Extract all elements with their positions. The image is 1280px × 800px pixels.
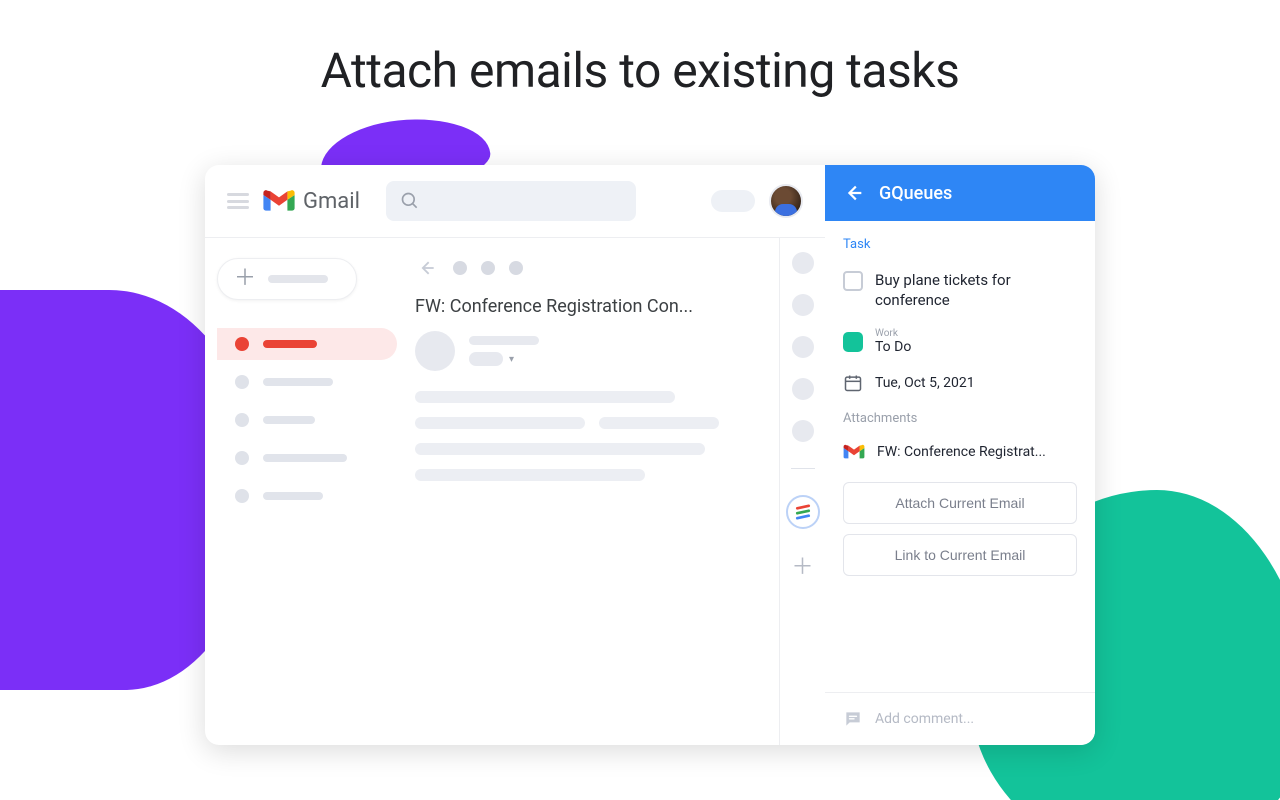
toolbar-action[interactable]	[481, 261, 495, 275]
comment-placeholder: Add comment...	[875, 711, 974, 727]
sender-meta-placeholder	[469, 352, 503, 366]
gmail-logo: Gmail	[263, 189, 360, 214]
page-headline: Attach emails to existing tasks	[0, 42, 1280, 99]
link-email-button[interactable]: Link to Current Email	[843, 534, 1077, 576]
addon-rail: ＋	[779, 238, 825, 745]
task-name[interactable]: Buy plane tickets for conference	[875, 270, 1077, 311]
email-subject: FW: Conference Registration Con...	[415, 296, 763, 317]
rail-app[interactable]	[792, 378, 814, 400]
toolbar-action[interactable]	[453, 261, 467, 275]
comment-icon	[843, 709, 863, 729]
avatar[interactable]	[769, 184, 803, 218]
queue-selector[interactable]: Work To Do	[843, 329, 1077, 355]
search-input[interactable]	[386, 181, 636, 221]
back-button[interactable]	[415, 256, 439, 280]
back-arrow-icon[interactable]	[843, 182, 865, 204]
plus-icon: ＋	[234, 268, 256, 290]
gmail-message-pane: FW: Conference Registration Con... ▾	[405, 238, 779, 745]
sender-avatar	[415, 331, 455, 371]
gmail-m-icon	[843, 444, 865, 460]
attachment-name: FW: Conference Registrat...	[877, 444, 1046, 460]
gmail-app-name: Gmail	[303, 189, 360, 214]
sidebar-item[interactable]	[217, 442, 397, 474]
toolbar-action[interactable]	[509, 261, 523, 275]
rail-gqueues-app[interactable]	[786, 495, 820, 529]
compose-button[interactable]: ＋	[217, 258, 357, 300]
menu-icon[interactable]	[227, 193, 249, 209]
panel-title: GQueues	[879, 183, 952, 204]
add-comment-input[interactable]: Add comment...	[825, 692, 1095, 745]
rail-app[interactable]	[792, 252, 814, 274]
gmail-header: Gmail	[205, 165, 825, 238]
attachments-section-label: Attachments	[843, 411, 1077, 426]
rail-app[interactable]	[792, 336, 814, 358]
date-selector[interactable]: Tue, Oct 5, 2021	[843, 373, 1077, 393]
sender-name-placeholder	[469, 336, 539, 345]
calendar-icon	[843, 373, 863, 393]
header-placeholder	[711, 190, 755, 212]
search-icon	[400, 191, 420, 211]
sidebar-item-inbox[interactable]	[217, 328, 397, 360]
panel-header: GQueues	[825, 165, 1095, 221]
compose-label-placeholder	[268, 275, 328, 283]
email-body-placeholder	[415, 391, 763, 481]
task-checkbox[interactable]	[843, 271, 863, 291]
app-window: Gmail ＋	[205, 165, 1095, 745]
chevron-down-icon[interactable]: ▾	[509, 354, 514, 365]
sidebar-item[interactable]	[217, 366, 397, 398]
rail-app[interactable]	[792, 420, 814, 442]
sidebar-item[interactable]	[217, 404, 397, 436]
rail-divider	[791, 468, 815, 469]
rail-add-app-button[interactable]: ＋	[791, 549, 813, 581]
gmail-m-icon	[263, 189, 295, 213]
task-section-label: Task	[843, 237, 1077, 252]
attachment-item[interactable]: FW: Conference Registrat...	[843, 444, 1077, 460]
queue-category: Work	[875, 329, 911, 339]
rail-app[interactable]	[792, 294, 814, 316]
attach-email-button[interactable]: Attach Current Email	[843, 482, 1077, 524]
task-date: Tue, Oct 5, 2021	[875, 375, 975, 391]
queue-name: To Do	[875, 339, 911, 355]
sidebar-item[interactable]	[217, 480, 397, 512]
gqueues-panel: GQueues Task Buy plane tickets for confe…	[825, 165, 1095, 745]
gmail-sidebar: ＋	[205, 238, 405, 745]
gmail-pane: Gmail ＋	[205, 165, 825, 745]
queue-color-swatch	[843, 332, 863, 352]
